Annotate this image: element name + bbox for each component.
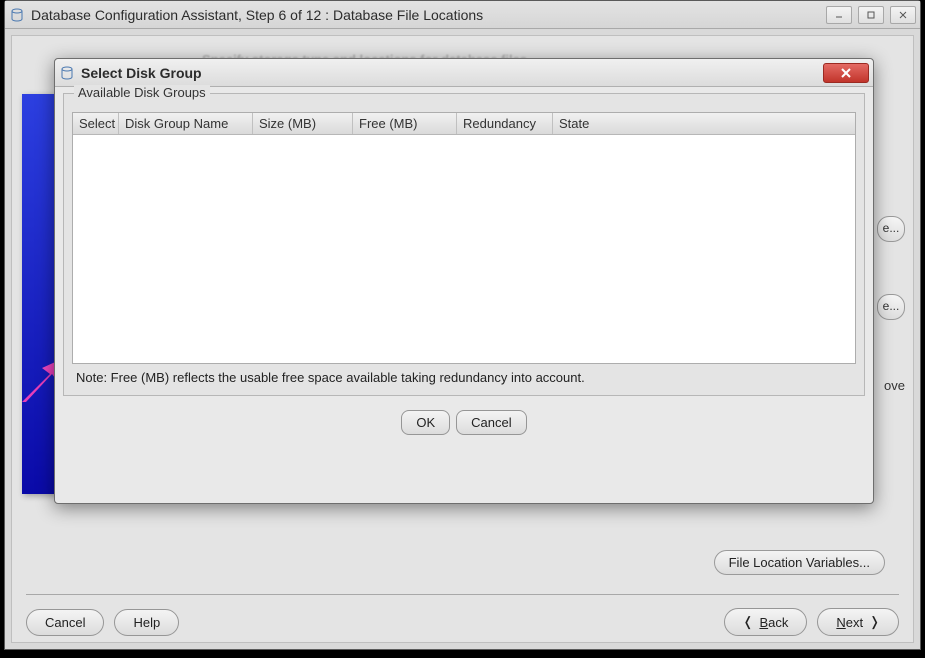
help-button[interactable]: Help bbox=[114, 609, 179, 636]
cancel-button[interactable]: Cancel bbox=[26, 609, 104, 636]
ok-button[interactable]: OK bbox=[401, 410, 450, 435]
dialog-title: Select Disk Group bbox=[81, 65, 202, 81]
parent-close-button[interactable] bbox=[890, 6, 916, 24]
chevron-left-icon: ❬ bbox=[743, 614, 754, 630]
col-free[interactable]: Free (MB) bbox=[353, 113, 457, 134]
close-button[interactable] bbox=[823, 63, 869, 83]
database-icon bbox=[59, 65, 75, 81]
minimize-button[interactable] bbox=[826, 6, 852, 24]
next-button[interactable]: Next ❭ bbox=[817, 608, 899, 636]
chevron-right-icon: ❭ bbox=[869, 614, 880, 630]
col-select[interactable]: Select bbox=[73, 113, 119, 134]
browse-button-peek[interactable]: e... bbox=[877, 294, 905, 320]
col-disk-group-name[interactable]: Disk Group Name bbox=[119, 113, 253, 134]
browse-button-peek[interactable]: e... bbox=[877, 216, 905, 242]
note-text: Note: Free (MB) reflects the usable free… bbox=[72, 364, 856, 385]
available-disk-groups-group: Available Disk Groups Select Disk Group … bbox=[63, 93, 865, 396]
disk-groups-table[interactable]: Select Disk Group Name Size (MB) Free (M… bbox=[72, 112, 856, 364]
occluded-label: ove bbox=[884, 378, 905, 393]
dialog-cancel-button[interactable]: Cancel bbox=[456, 410, 526, 435]
parent-titlebar: Database Configuration Assistant, Step 6… bbox=[5, 1, 920, 29]
group-legend: Available Disk Groups bbox=[74, 85, 210, 100]
select-disk-group-dialog: Select Disk Group Available Disk Groups … bbox=[54, 58, 874, 504]
table-header: Select Disk Group Name Size (MB) Free (M… bbox=[73, 113, 855, 135]
table-body-empty bbox=[73, 135, 855, 363]
maximize-button[interactable] bbox=[858, 6, 884, 24]
parent-window-title: Database Configuration Assistant, Step 6… bbox=[31, 7, 483, 23]
dialog-titlebar: Select Disk Group bbox=[55, 59, 873, 87]
file-location-variables-button[interactable]: File Location Variables... bbox=[714, 550, 885, 575]
window-controls bbox=[826, 6, 916, 24]
wizard-button-bar: Cancel Help ❬ Back Next ❭ bbox=[26, 608, 899, 636]
dialog-actions: OK Cancel bbox=[63, 410, 865, 435]
col-redundancy[interactable]: Redundancy bbox=[457, 113, 553, 134]
dialog-body: Available Disk Groups Select Disk Group … bbox=[63, 93, 865, 495]
back-button[interactable]: ❬ Back bbox=[724, 608, 808, 636]
col-state[interactable]: State bbox=[553, 113, 855, 134]
col-size[interactable]: Size (MB) bbox=[253, 113, 353, 134]
close-icon bbox=[840, 67, 852, 79]
divider bbox=[26, 594, 899, 595]
database-icon bbox=[9, 7, 25, 23]
